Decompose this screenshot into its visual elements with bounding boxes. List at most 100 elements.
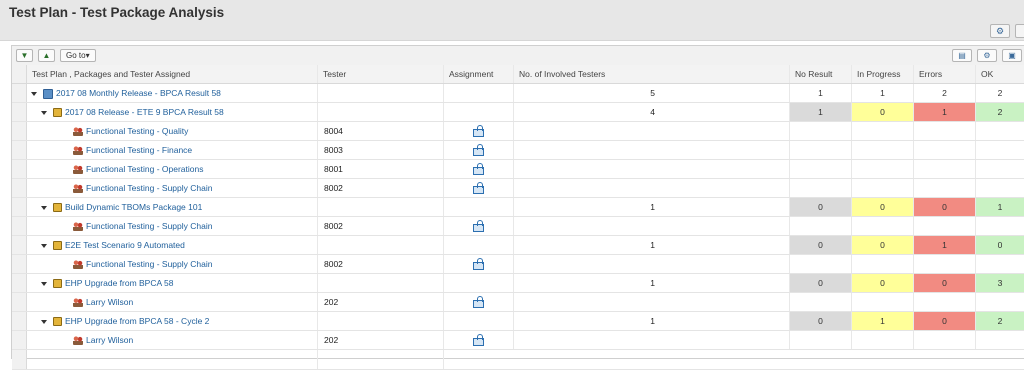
tester-group-icon bbox=[73, 127, 83, 137]
settings-icon[interactable]: ⚙ bbox=[977, 49, 997, 62]
header-selector[interactable] bbox=[12, 65, 27, 83]
row-selector[interactable] bbox=[12, 141, 27, 159]
row-selector[interactable] bbox=[12, 293, 27, 311]
personalize-icon[interactable]: ▣ bbox=[1002, 49, 1022, 62]
table-row-package[interactable]: EHP Upgrade from BPCA 58 1 0 0 0 3 bbox=[12, 274, 1024, 293]
row-name-link[interactable]: Larry Wilson bbox=[86, 335, 133, 345]
row-tester bbox=[318, 274, 444, 292]
col-header-tester[interactable]: Tester bbox=[318, 65, 444, 83]
unlock-icon[interactable] bbox=[473, 220, 484, 232]
col-header-assignment[interactable]: Assignment bbox=[444, 65, 514, 83]
row-name-link[interactable]: EHP Upgrade from BPCA 58 bbox=[65, 278, 174, 288]
table-row-tester[interactable]: Larry Wilson 202 bbox=[12, 293, 1024, 312]
goto-button[interactable]: Go to▾ bbox=[60, 49, 96, 62]
row-name-link[interactable]: 2017 08 Monthly Release - BPCA Result 58 bbox=[56, 88, 221, 98]
row-selector[interactable] bbox=[12, 103, 27, 121]
row-no-result bbox=[790, 179, 852, 197]
row-name-link[interactable]: Functional Testing - Operations bbox=[86, 164, 204, 174]
export-icon[interactable]: ▤ bbox=[952, 49, 972, 62]
row-assignment-cell bbox=[444, 179, 514, 197]
expand-toggle-icon[interactable] bbox=[41, 205, 47, 210]
table-row-tester[interactable]: Functional Testing - Operations 8001 bbox=[12, 160, 1024, 179]
row-selector[interactable] bbox=[12, 255, 27, 273]
table-row-package[interactable]: EHP Upgrade from BPCA 58 - Cycle 210102 bbox=[12, 312, 1024, 331]
row-tester: 8003 bbox=[318, 141, 444, 159]
table-row-tester[interactable]: Functional Testing - Supply Chain 8002 bbox=[12, 255, 1024, 274]
table-row-package[interactable]: 2017 08 Release - ETE 9 BPCA Result 58 4 1… bbox=[12, 103, 1024, 122]
row-name-cell: 2017 08 Monthly Release - BPCA Result 58 bbox=[27, 84, 318, 102]
col-header-errors[interactable]: Errors bbox=[914, 65, 976, 83]
table-row-package[interactable]: E2E Test Scenario 9 Automated 1 0 0 1 0 bbox=[12, 236, 1024, 255]
row-selector[interactable] bbox=[12, 312, 27, 330]
table-row-tester[interactable]: Larry Wilson 202 bbox=[12, 331, 1024, 350]
row-name-link[interactable]: Functional Testing - Supply Chain bbox=[86, 259, 212, 269]
table-row-empty bbox=[12, 350, 1024, 370]
row-name-cell: Larry Wilson bbox=[27, 331, 318, 349]
row-assignment-cell bbox=[444, 255, 514, 273]
row-name-link[interactable]: Build Dynamic TBOMs Package 101 bbox=[65, 202, 202, 212]
expand-toggle-icon[interactable] bbox=[41, 110, 47, 115]
row-tester: 202 bbox=[318, 293, 444, 311]
table-row-tester[interactable]: Functional Testing - Supply Chain 8002 bbox=[12, 217, 1024, 236]
unlock-icon[interactable] bbox=[473, 334, 484, 346]
row-selector[interactable] bbox=[12, 217, 27, 235]
row-selector[interactable] bbox=[12, 331, 27, 349]
row-selector[interactable] bbox=[12, 122, 27, 140]
row-errors bbox=[914, 217, 976, 235]
row-name-link[interactable]: Larry Wilson bbox=[86, 297, 133, 307]
row-no-result: 1 bbox=[790, 84, 852, 102]
row-name-link[interactable]: Functional Testing - Finance bbox=[86, 145, 192, 155]
row-selector[interactable] bbox=[12, 160, 27, 178]
unlock-icon[interactable] bbox=[473, 163, 484, 175]
row-involved-testers bbox=[514, 255, 790, 273]
row-no-result: 0 bbox=[790, 198, 852, 216]
unlock-icon[interactable] bbox=[473, 258, 484, 270]
table-row-tester[interactable]: Functional Testing - Finance 8003 bbox=[12, 141, 1024, 160]
unlock-icon[interactable] bbox=[473, 296, 484, 308]
row-selector[interactable] bbox=[12, 84, 27, 102]
expand-toggle-icon[interactable] bbox=[41, 281, 47, 286]
row-name-link[interactable]: EHP Upgrade from BPCA 58 - Cycle 2 bbox=[65, 316, 209, 326]
row-name-link[interactable]: 2017 08 Release - ETE 9 BPCA Result 58 bbox=[65, 107, 224, 117]
row-selector[interactable] bbox=[12, 179, 27, 197]
row-name-link[interactable]: Functional Testing - Supply Chain bbox=[86, 221, 212, 231]
expand-toggle-icon[interactable] bbox=[31, 91, 37, 96]
row-name-link[interactable]: Functional Testing - Supply Chain bbox=[86, 183, 212, 193]
col-header-involved-testers[interactable]: No. of Involved Testers bbox=[514, 65, 790, 83]
table-row-plan[interactable]: 2017 08 Monthly Release - BPCA Result 58… bbox=[12, 84, 1024, 103]
test-package-icon bbox=[53, 203, 62, 213]
overflow-icon[interactable] bbox=[1015, 24, 1024, 38]
row-assignment-cell bbox=[444, 198, 514, 216]
row-selector[interactable] bbox=[12, 350, 27, 369]
test-package-icon bbox=[53, 108, 62, 118]
row-involved-testers bbox=[514, 160, 790, 178]
row-ok: 1 bbox=[976, 198, 1024, 216]
row-no-result bbox=[790, 217, 852, 235]
row-name-cell: EHP Upgrade from BPCA 58 - Cycle 2 bbox=[27, 312, 318, 330]
row-selector[interactable] bbox=[12, 274, 27, 292]
expand-all-button[interactable]: ▼ bbox=[16, 49, 33, 62]
expand-toggle-icon[interactable] bbox=[41, 319, 47, 324]
tester-group-icon bbox=[73, 184, 83, 194]
unlock-icon[interactable] bbox=[473, 125, 484, 137]
table-row-tester[interactable]: Functional Testing - Quality 8004 bbox=[12, 122, 1024, 141]
col-header-name[interactable]: Test Plan , Packages and Tester Assigned bbox=[27, 65, 318, 83]
col-header-ok[interactable]: OK bbox=[976, 65, 1024, 83]
row-selector[interactable] bbox=[12, 236, 27, 254]
row-name-link[interactable]: E2E Test Scenario 9 Automated bbox=[65, 240, 185, 250]
collapse-all-button[interactable]: ▲ bbox=[38, 49, 55, 62]
expand-toggle-icon[interactable] bbox=[41, 243, 47, 248]
row-tester: 202 bbox=[318, 331, 444, 349]
user-settings-icon[interactable]: ⚙ bbox=[990, 24, 1010, 38]
col-header-no-result[interactable]: No Result bbox=[790, 65, 852, 83]
row-in-progress bbox=[852, 331, 914, 349]
row-name-link[interactable]: Functional Testing - Quality bbox=[86, 126, 188, 136]
table-row-tester[interactable]: Functional Testing - Supply Chain 8002 bbox=[12, 179, 1024, 198]
col-header-in-progress[interactable]: In Progress bbox=[852, 65, 914, 83]
row-selector[interactable] bbox=[12, 198, 27, 216]
unlock-icon[interactable] bbox=[473, 182, 484, 194]
row-name-cell: EHP Upgrade from BPCA 58 bbox=[27, 274, 318, 292]
row-no-result: 0 bbox=[790, 236, 852, 254]
table-row-package[interactable]: Build Dynamic TBOMs Package 101 1 0 0 0 1 bbox=[12, 198, 1024, 217]
unlock-icon[interactable] bbox=[473, 144, 484, 156]
